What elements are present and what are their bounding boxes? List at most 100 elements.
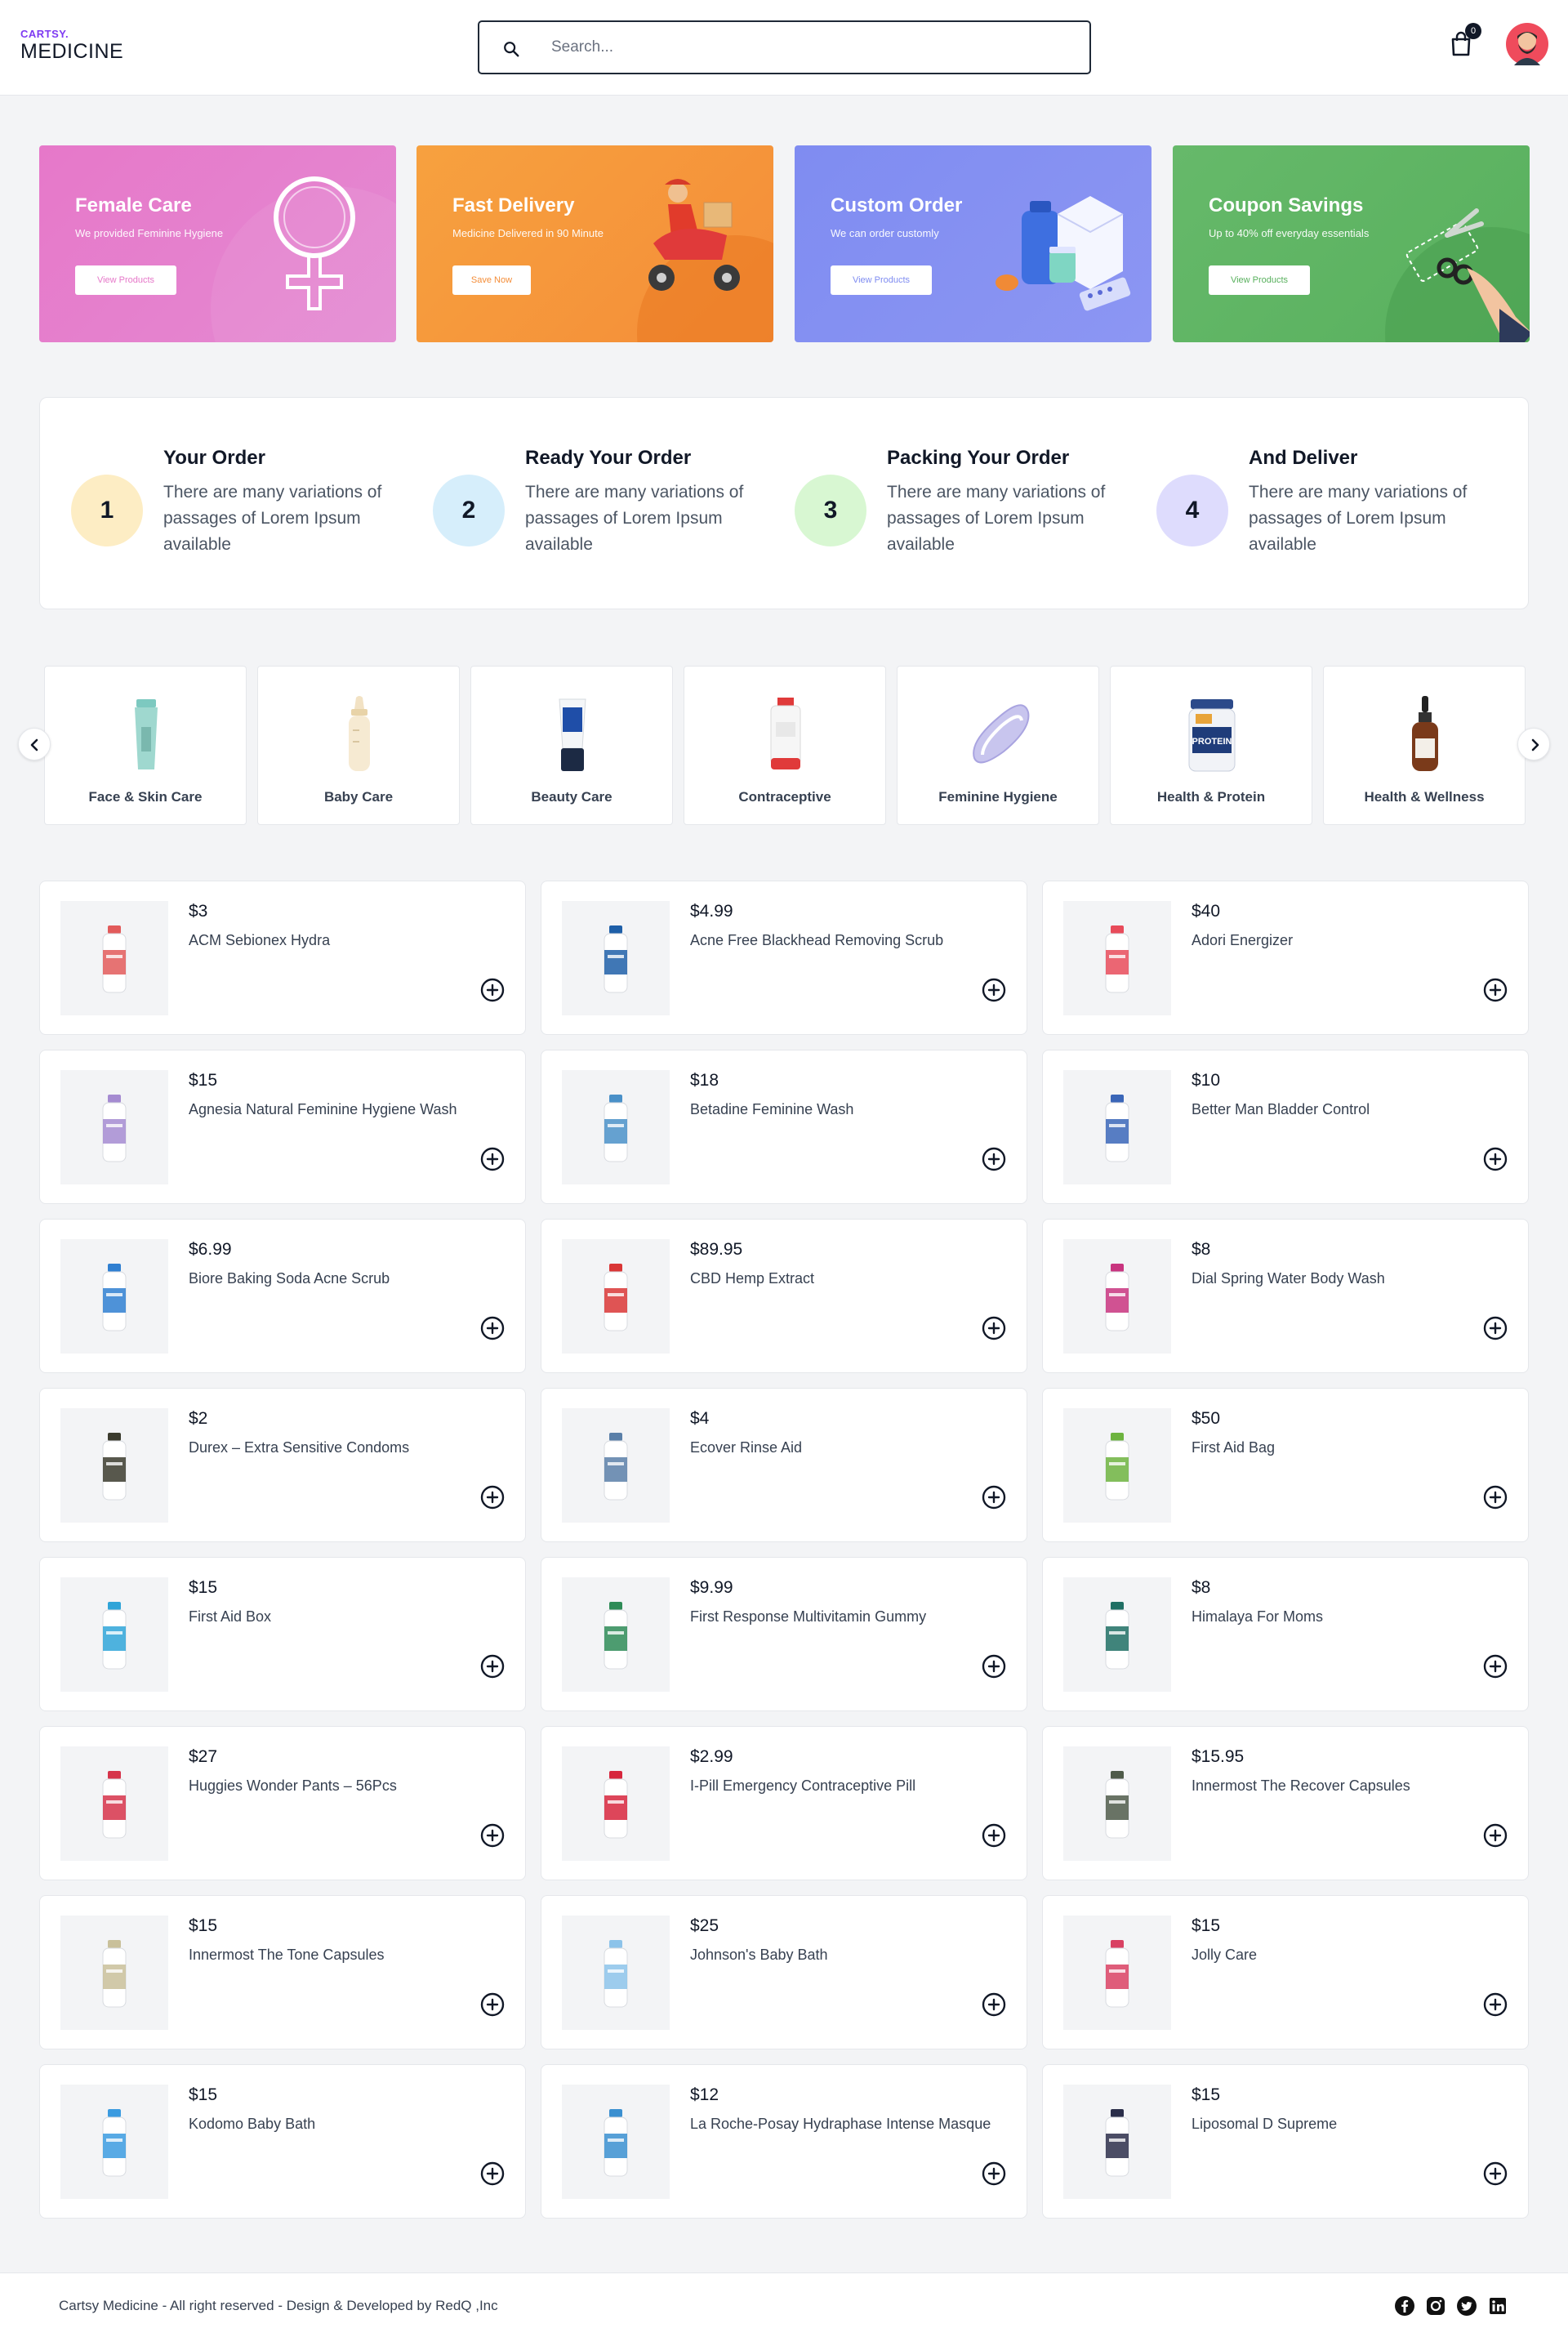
add-to-cart-button[interactable] [981, 1146, 1007, 1172]
product-name[interactable]: Innermost The Tone Capsules [189, 1947, 384, 1964]
product-card[interactable]: $40 Adori Energizer [1042, 881, 1529, 1035]
product-card[interactable]: $15 First Aid Box [39, 1557, 526, 1711]
product-name[interactable]: Himalaya For Moms [1192, 1608, 1323, 1626]
product-name[interactable]: La Roche-Posay Hydraphase Intense Masque [690, 2116, 991, 2133]
product-card[interactable]: $25 Johnson's Baby Bath [541, 1895, 1027, 2049]
category-health-protein[interactable]: PROTEIN Health & Protein [1110, 666, 1312, 825]
product-card[interactable]: $15 Innermost The Tone Capsules [39, 1895, 526, 2049]
add-to-cart-button[interactable] [1482, 1653, 1508, 1679]
add-to-cart-button[interactable] [981, 1991, 1007, 2018]
product-image[interactable] [1063, 2085, 1171, 2199]
category-face-skin-care[interactable]: Face & Skin Care [44, 666, 247, 825]
product-image[interactable] [562, 901, 670, 1015]
product-image[interactable] [562, 1070, 670, 1184]
product-card[interactable]: $89.95 CBD Hemp Extract [541, 1219, 1027, 1373]
product-name[interactable]: Liposomal D Supreme [1192, 2116, 1337, 2133]
product-name[interactable]: Acne Free Blackhead Removing Scrub [690, 932, 943, 949]
product-name[interactable]: Better Man Bladder Control [1192, 1101, 1370, 1118]
add-to-cart-button[interactable] [1482, 1484, 1508, 1510]
product-image[interactable] [1063, 1746, 1171, 1861]
add-to-cart-button[interactable] [981, 1315, 1007, 1341]
product-name[interactable]: Ecover Rinse Aid [690, 1439, 802, 1456]
product-image[interactable] [1063, 901, 1171, 1015]
product-image[interactable] [1063, 1070, 1171, 1184]
product-card[interactable]: $9.99 First Response Multivitamin Gummy [541, 1557, 1027, 1711]
product-image[interactable] [60, 2085, 168, 2199]
product-card[interactable]: $3 ACM Sebionex Hydra [39, 881, 526, 1035]
add-to-cart-button[interactable] [1482, 1146, 1508, 1172]
add-to-cart-button[interactable] [1482, 977, 1508, 1003]
search-bar[interactable] [478, 20, 1091, 74]
product-image[interactable] [1063, 1408, 1171, 1523]
add-to-cart-button[interactable] [479, 1991, 506, 2018]
product-image[interactable] [60, 901, 168, 1015]
product-name[interactable]: Biore Baking Soda Acne Scrub [189, 1270, 390, 1287]
add-to-cart-button[interactable] [981, 977, 1007, 1003]
cart-button[interactable]: 0 [1449, 23, 1481, 59]
product-image[interactable] [1063, 1239, 1171, 1354]
product-name[interactable]: Durex – Extra Sensitive Condoms [189, 1439, 409, 1456]
product-card[interactable]: $6.99 Biore Baking Soda Acne Scrub [39, 1219, 526, 1373]
product-image[interactable] [562, 1408, 670, 1523]
product-name[interactable]: Innermost The Recover Capsules [1192, 1777, 1410, 1795]
twitter-icon[interactable] [1457, 2296, 1477, 2316]
category-contraceptive[interactable]: Contraceptive [684, 666, 886, 825]
product-card[interactable]: $18 Betadine Feminine Wash [541, 1050, 1027, 1204]
add-to-cart-button[interactable] [981, 1484, 1007, 1510]
product-image[interactable] [562, 1239, 670, 1354]
add-to-cart-button[interactable] [479, 1315, 506, 1341]
add-to-cart-button[interactable] [1482, 1822, 1508, 1849]
product-image[interactable] [60, 1577, 168, 1692]
add-to-cart-button[interactable] [981, 2161, 1007, 2187]
add-to-cart-button[interactable] [479, 2161, 506, 2187]
add-to-cart-button[interactable] [981, 1822, 1007, 1849]
product-name[interactable]: First Aid Box [189, 1608, 271, 1626]
product-card[interactable]: $2.99 I-Pill Emergency Contraceptive Pill [541, 1726, 1027, 1880]
category-health-wellness[interactable]: Health & Wellness [1323, 666, 1526, 825]
product-name[interactable]: First Response Multivitamin Gummy [690, 1608, 926, 1626]
instagram-icon[interactable] [1426, 2296, 1446, 2316]
product-card[interactable]: $15.95 Innermost The Recover Capsules [1042, 1726, 1529, 1880]
add-to-cart-button[interactable] [479, 1653, 506, 1679]
search-input[interactable] [551, 33, 1058, 61]
product-image[interactable] [562, 1746, 670, 1861]
product-name[interactable]: I-Pill Emergency Contraceptive Pill [690, 1777, 915, 1795]
product-name[interactable]: Johnson's Baby Bath [690, 1947, 828, 1964]
product-card[interactable]: $15 Agnesia Natural Feminine Hygiene Wash [39, 1050, 526, 1204]
add-to-cart-button[interactable] [1482, 2161, 1508, 2187]
product-name[interactable]: First Aid Bag [1192, 1439, 1275, 1456]
category-prev-button[interactable] [18, 728, 51, 760]
view-products-button[interactable]: View Products [1209, 265, 1310, 295]
view-products-button[interactable]: View Products [75, 265, 176, 295]
product-card[interactable]: $50 First Aid Bag [1042, 1388, 1529, 1542]
product-card[interactable]: $2 Durex – Extra Sensitive Condoms [39, 1388, 526, 1542]
product-image[interactable] [60, 1239, 168, 1354]
category-beauty-care[interactable]: Beauty Care [470, 666, 673, 825]
linkedin-icon[interactable] [1488, 2296, 1508, 2316]
product-image[interactable] [562, 2085, 670, 2199]
avatar[interactable] [1506, 23, 1548, 65]
add-to-cart-button[interactable] [479, 1484, 506, 1510]
product-name[interactable]: ACM Sebionex Hydra [189, 932, 330, 949]
product-name[interactable]: Kodomo Baby Bath [189, 2116, 315, 2133]
product-card[interactable]: $15 Jolly Care [1042, 1895, 1529, 2049]
product-image[interactable] [1063, 1916, 1171, 2030]
category-next-button[interactable] [1517, 728, 1550, 760]
category-baby-care[interactable]: Baby Care [257, 666, 460, 825]
add-to-cart-button[interactable] [479, 1822, 506, 1849]
add-to-cart-button[interactable] [479, 977, 506, 1003]
save-now-button[interactable]: Save Now [452, 265, 531, 295]
product-card[interactable]: $4.99 Acne Free Blackhead Removing Scrub [541, 881, 1027, 1035]
product-name[interactable]: Jolly Care [1192, 1947, 1257, 1964]
product-image[interactable] [60, 1070, 168, 1184]
product-image[interactable] [60, 1746, 168, 1861]
product-card[interactable]: $8 Himalaya For Moms [1042, 1557, 1529, 1711]
product-card[interactable]: $8 Dial Spring Water Body Wash [1042, 1219, 1529, 1373]
product-image[interactable] [1063, 1577, 1171, 1692]
product-name[interactable]: CBD Hemp Extract [690, 1270, 814, 1287]
category-feminine-hygiene[interactable]: Feminine Hygiene [897, 666, 1099, 825]
logo[interactable]: CARTSY. MEDICINE [20, 28, 123, 63]
product-name[interactable]: Agnesia Natural Feminine Hygiene Wash [189, 1101, 457, 1118]
product-image[interactable] [562, 1916, 670, 2030]
product-card[interactable]: $15 Kodomo Baby Bath [39, 2064, 526, 2219]
